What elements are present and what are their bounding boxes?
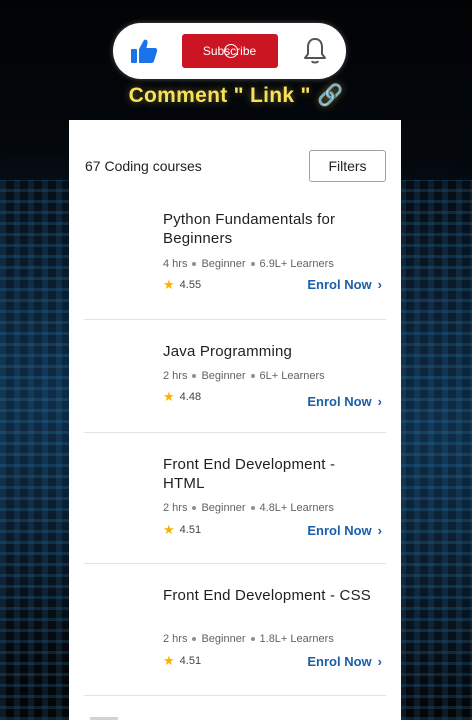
enrol-now-link[interactable]: Enrol Now › (307, 394, 382, 409)
course-title[interactable]: Front End Development - CSS (163, 586, 373, 605)
course-duration: 4 hrs (163, 258, 188, 270)
star-icon: ★ (163, 389, 175, 404)
course-level: Beginner (201, 633, 246, 645)
star-icon: ★ (163, 522, 175, 537)
separator-dot (250, 374, 255, 378)
chevron-right-icon: › (377, 654, 382, 669)
course-count: 67 Coding courses (85, 158, 202, 174)
course-learners: 6L+ Learners (259, 370, 325, 382)
chevron-right-icon: › (377, 277, 382, 292)
rating-value: 4.51 (179, 655, 202, 667)
rating-value: 4.48 (179, 391, 202, 403)
course-title[interactable]: Java Programming (163, 342, 373, 361)
enrol-now-link[interactable]: Enrol Now › (307, 523, 382, 538)
enrol-label: Enrol Now (307, 523, 372, 538)
enrol-now-link[interactable]: Enrol Now › (307, 654, 382, 669)
course-title[interactable]: Python Fundamentals for Beginners (163, 210, 373, 248)
course-meta: 2 hrs Beginner 4.8L+ Learners (163, 502, 334, 514)
course-learners: 6.9L+ Learners (259, 258, 334, 270)
rating-value: 4.51 (179, 524, 202, 536)
course-card[interactable]: Python Fundamentals for Beginners 4 hrs … (84, 198, 386, 320)
separator-dot (192, 262, 197, 266)
like-button[interactable] (129, 36, 159, 66)
separator-dot (192, 506, 197, 510)
list-header: 67 Coding courses Filters (85, 150, 386, 182)
filters-button[interactable]: Filters (309, 150, 386, 182)
course-meta: 4 hrs Beginner 6.9L+ Learners (163, 258, 334, 270)
course-card[interactable]: Front End Development - HTML 2 hrs Begin… (84, 433, 386, 564)
course-level: Beginner (201, 258, 246, 270)
course-rating: ★ 4.55 (163, 277, 201, 293)
course-meta: 2 hrs Beginner 6L+ Learners (163, 370, 325, 382)
enrol-label: Enrol Now (307, 394, 372, 409)
course-learners: 1.8L+ Learners (259, 633, 334, 645)
enrol-label: Enrol Now (307, 277, 372, 292)
course-learners: 4.8L+ Learners (259, 502, 334, 514)
code-rain-left (0, 180, 70, 720)
course-duration: 2 hrs (163, 370, 188, 382)
course-level: Beginner (201, 370, 246, 382)
link-icon: 🔗 (316, 84, 344, 107)
chevron-right-icon: › (377, 523, 382, 538)
course-card[interactable]: Java Programming 2 hrs Beginner 6L+ Lear… (84, 320, 386, 433)
separator-dot (250, 637, 255, 641)
notification-bell-button[interactable] (300, 36, 330, 66)
course-duration: 2 hrs (163, 633, 188, 645)
course-card[interactable]: Front End Development - CSS 2 hrs Beginn… (84, 564, 386, 696)
course-rating: ★ 4.51 (163, 653, 201, 669)
thumbs-up-icon (131, 39, 158, 63)
chevron-right-icon: › (377, 394, 382, 409)
subscribe-overlay: Subscribe (113, 23, 346, 79)
rating-value: 4.55 (179, 279, 202, 291)
enrol-label: Enrol Now (307, 654, 372, 669)
course-title[interactable]: Front End Development - HTML (163, 455, 373, 493)
comment-text: Comment " Link " (128, 84, 311, 107)
cursor-indicator (223, 44, 238, 58)
separator-dot (250, 262, 255, 266)
course-list-panel: 67 Coding courses Filters Python Fundame… (69, 120, 401, 720)
course-duration: 2 hrs (163, 502, 188, 514)
filters-label: Filters (328, 158, 367, 174)
course-level: Beginner (201, 502, 246, 514)
star-icon: ★ (163, 653, 175, 668)
enrol-now-link[interactable]: Enrol Now › (307, 277, 382, 292)
bell-icon (304, 38, 326, 64)
subscribe-button[interactable]: Subscribe (181, 34, 278, 68)
star-icon: ★ (163, 277, 175, 292)
comment-link-caption: Comment " Link " 🔗 (0, 84, 472, 108)
separator-dot (192, 374, 197, 378)
course-rating: ★ 4.48 (163, 389, 201, 405)
course-meta: 2 hrs Beginner 1.8L+ Learners (163, 633, 334, 645)
course-rating: ★ 4.51 (163, 522, 201, 538)
separator-dot (250, 506, 255, 510)
code-rain-right (400, 180, 472, 720)
separator-dot (192, 637, 197, 641)
